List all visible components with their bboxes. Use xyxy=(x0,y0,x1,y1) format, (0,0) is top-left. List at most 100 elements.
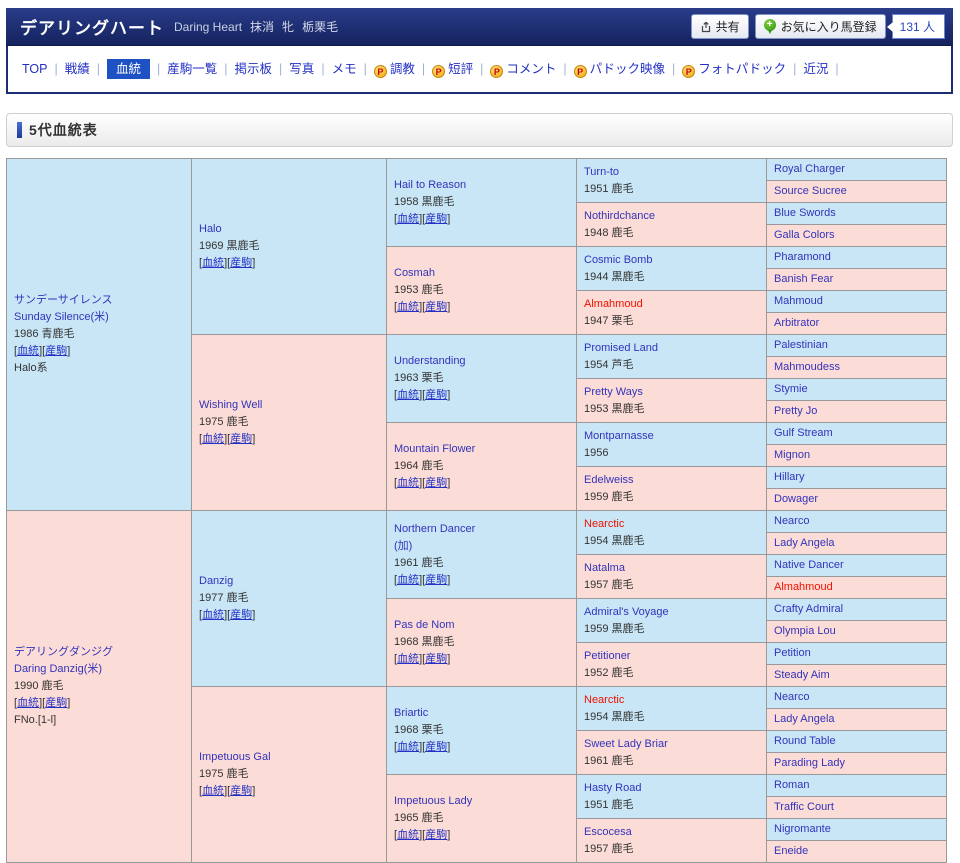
horse-name-link[interactable]: Impetuous Gal xyxy=(199,751,271,763)
horse-name-link[interactable]: Hillary xyxy=(774,471,805,483)
blood-link[interactable]: 血統 xyxy=(202,785,224,797)
nav-item-近況[interactable]: 近況 xyxy=(801,60,830,78)
horse-name-link[interactable]: Almahmoud xyxy=(774,581,833,593)
offspring-link[interactable]: 産駒 xyxy=(425,653,447,665)
horse-name-link[interactable]: Olympia Lou xyxy=(774,625,836,637)
blood-link[interactable]: 血統 xyxy=(397,213,419,225)
blood-link[interactable]: 血統 xyxy=(202,257,224,269)
horse-name-link[interactable]: Pharamond xyxy=(774,251,831,263)
horse-name-link[interactable]: Mahmoudess xyxy=(774,361,840,373)
offspring-link[interactable]: 産駒 xyxy=(230,609,252,621)
horse-name-link[interactable]: Hasty Road xyxy=(584,782,641,794)
nav-item-パドック映像[interactable]: P パドック映像 xyxy=(572,60,667,78)
horse-name-link[interactable]: Parading Lady xyxy=(774,757,845,769)
blood-link[interactable]: 血統 xyxy=(397,389,419,401)
offspring-link[interactable]: 産駒 xyxy=(425,389,447,401)
nav-item-戦績[interactable]: 戦績 xyxy=(63,60,92,78)
horse-name-link[interactable]: Pretty Ways xyxy=(584,386,643,398)
offspring-link[interactable]: 産駒 xyxy=(425,301,447,313)
nav-item-TOP[interactable]: TOP xyxy=(20,60,49,78)
horse-name-link[interactable]: サンデーサイレンス xyxy=(14,294,113,306)
horse-name-link[interactable]: Impetuous Lady xyxy=(394,795,472,807)
nav-item-掲示板[interactable]: 掲示板 xyxy=(233,60,275,78)
horse-name-link[interactable]: Traffic Court xyxy=(774,801,834,813)
horse-name-link[interactable]: Palestinian xyxy=(774,339,828,351)
horse-name-link[interactable]: Lady Angela xyxy=(774,537,835,549)
horse-name-link[interactable]: Nearctic xyxy=(584,518,624,530)
horse-name-link[interactable]: Almahmoud xyxy=(584,298,643,310)
offspring-link[interactable]: 産駒 xyxy=(45,345,67,357)
horse-name-link[interactable]: Eneide xyxy=(774,845,808,857)
blood-link[interactable]: 血統 xyxy=(397,574,419,586)
horse-name-link[interactable]: Danzig xyxy=(199,575,233,587)
horse-name-link[interactable]: Northern Dancer xyxy=(394,523,475,535)
offspring-link[interactable]: 産駒 xyxy=(425,574,447,586)
horse-name-link[interactable]: Crafty Admiral xyxy=(774,603,843,615)
offspring-link[interactable]: 産駒 xyxy=(425,741,447,753)
horse-name-link[interactable]: Mountain Flower xyxy=(394,443,475,455)
favorite-register-button[interactable]: + お気に入り馬登録 xyxy=(754,14,886,39)
blood-link[interactable]: 血統 xyxy=(202,609,224,621)
horse-name-link[interactable]: Cosmah xyxy=(394,267,435,279)
horse-name-link[interactable]: Banish Fear xyxy=(774,273,833,285)
blood-link[interactable]: 血統 xyxy=(397,301,419,313)
offspring-link[interactable]: 産駒 xyxy=(230,785,252,797)
horse-name-link[interactable]: Royal Charger xyxy=(774,163,845,175)
horse-name-link[interactable]: Petitioner xyxy=(584,650,630,662)
horse-name-link[interactable]: Petition xyxy=(774,647,811,659)
horse-name-link[interactable]: Steady Aim xyxy=(774,669,830,681)
nav-item-短評[interactable]: P 短評 xyxy=(430,60,475,78)
horse-name-link[interactable]: Hail to Reason xyxy=(394,179,466,191)
nav-item-コメント[interactable]: P コメント xyxy=(488,60,558,78)
nav-item-血統[interactable]: 血統 xyxy=(107,59,151,79)
blood-link[interactable]: 血統 xyxy=(397,829,419,841)
offspring-link[interactable]: 産駒 xyxy=(45,697,67,709)
nav-item-メモ[interactable]: メモ xyxy=(330,60,359,78)
blood-link[interactable]: 血統 xyxy=(17,697,39,709)
horse-name-link[interactable]: Mignon xyxy=(774,449,810,461)
blood-link[interactable]: 血統 xyxy=(202,433,224,445)
horse-name-link[interactable]: Sweet Lady Briar xyxy=(584,738,668,750)
blood-link[interactable]: 血統 xyxy=(397,477,419,489)
horse-name-link[interactable]: Arbitrator xyxy=(774,317,819,329)
nav-item-調教[interactable]: P 調教 xyxy=(372,60,417,78)
horse-name-link[interactable]: Nearco xyxy=(774,691,809,703)
horse-name-link[interactable]: Lady Angela xyxy=(774,713,835,725)
blood-link[interactable]: 血統 xyxy=(397,741,419,753)
horse-name-link[interactable]: Halo xyxy=(199,223,222,235)
horse-name-link[interactable]: Montparnasse xyxy=(584,430,654,442)
horse-name-link[interactable]: Roman xyxy=(774,779,809,791)
horse-name-link[interactable]: Natalma xyxy=(584,562,625,574)
horse-name-link[interactable]: Gulf Stream xyxy=(774,427,833,439)
offspring-link[interactable]: 産駒 xyxy=(425,829,447,841)
horse-name-link[interactable]: Edelweiss xyxy=(584,474,634,486)
blood-link[interactable]: 血統 xyxy=(397,653,419,665)
horse-name-link[interactable]: Promised Land xyxy=(584,342,658,354)
horse-name-link[interactable]: Galla Colors xyxy=(774,229,835,241)
nav-item-産駒一覧[interactable]: 産駒一覧 xyxy=(165,60,219,78)
horse-name-link[interactable]: Round Table xyxy=(774,735,836,747)
horse-name-link[interactable]: Nothirdchance xyxy=(584,210,655,222)
horse-name-link[interactable]: Understanding xyxy=(394,355,466,367)
horse-name-link[interactable]: Pas de Nom xyxy=(394,619,455,631)
horse-name-link[interactable]: Cosmic Bomb xyxy=(584,254,652,266)
offspring-link[interactable]: 産駒 xyxy=(425,477,447,489)
horse-name-link[interactable]: Nearctic xyxy=(584,694,624,706)
share-button[interactable]: 共有 xyxy=(690,14,749,39)
offspring-link[interactable]: 産駒 xyxy=(230,257,252,269)
horse-name-link[interactable]: Blue Swords xyxy=(774,207,836,219)
nav-item-写真[interactable]: 写真 xyxy=(287,60,316,78)
horse-name-link[interactable]: Briartic xyxy=(394,707,428,719)
horse-name-link[interactable]: Native Dancer xyxy=(774,559,844,571)
offspring-link[interactable]: 産駒 xyxy=(425,213,447,225)
horse-name-link[interactable]: Wishing Well xyxy=(199,399,262,411)
nav-item-フォトパドック[interactable]: P フォトパドック xyxy=(680,60,788,78)
horse-name-link[interactable]: Admiral's Voyage xyxy=(584,606,669,618)
horse-name-link[interactable]: Nigromante xyxy=(774,823,831,835)
horse-name-link[interactable]: Pretty Jo xyxy=(774,405,817,417)
blood-link[interactable]: 血統 xyxy=(17,345,39,357)
horse-name-link[interactable]: Mahmoud xyxy=(774,295,823,307)
horse-name-link[interactable]: Source Sucree xyxy=(774,185,847,197)
offspring-link[interactable]: 産駒 xyxy=(230,433,252,445)
horse-name-link[interactable]: Dowager xyxy=(774,493,818,505)
